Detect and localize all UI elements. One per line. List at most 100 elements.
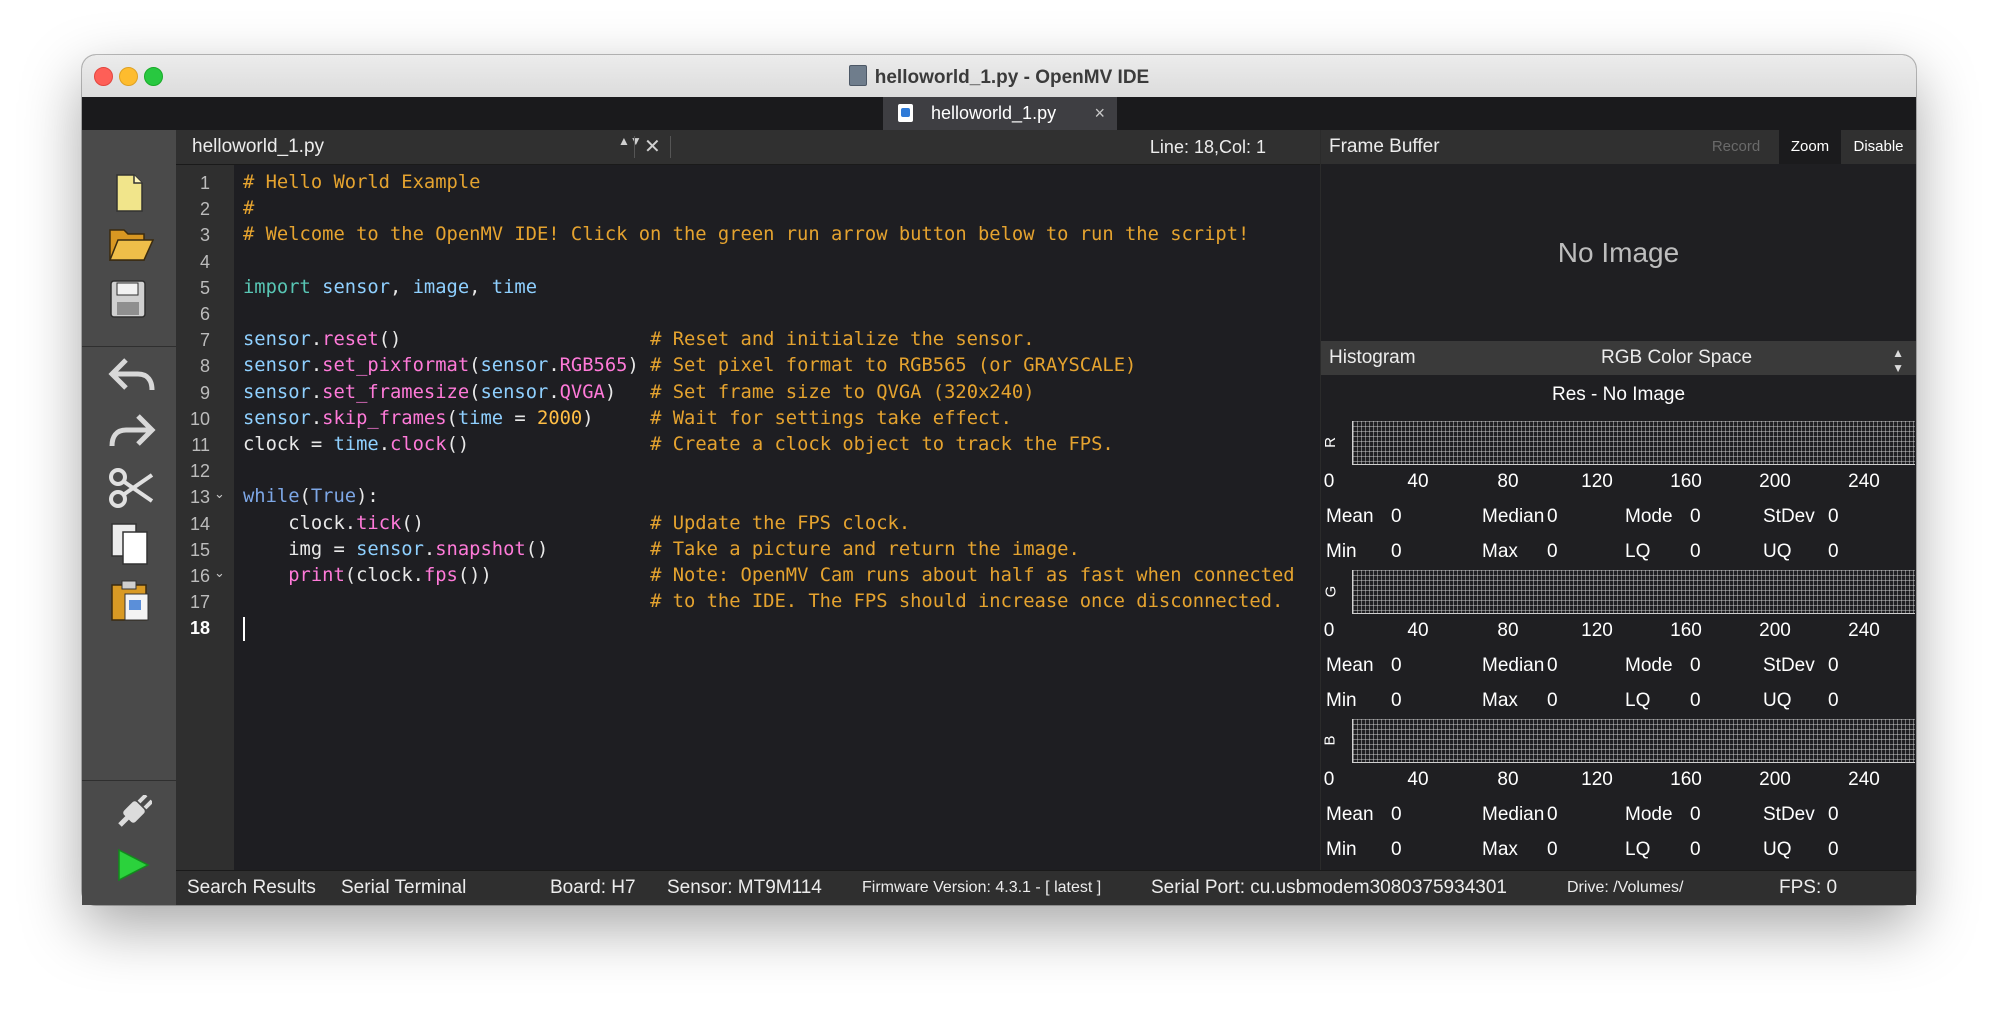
line-number: 9 xyxy=(199,382,210,403)
histogram-stat-value: 0 xyxy=(1547,506,1558,527)
histogram-tick-label: 160 xyxy=(1670,471,1702,492)
code-line[interactable]: sensor.set_pixformat(sensor.RGB565) # Se… xyxy=(243,353,1136,379)
code-line[interactable]: clock.tick() # Update the FPS clock. xyxy=(243,511,910,537)
fold-arrow-icon[interactable]: ⌄ xyxy=(214,565,225,581)
fps-display: FPS: 0 xyxy=(1779,877,1838,898)
disable-button[interactable]: Disable xyxy=(1841,130,1916,164)
histogram-channel-label: G xyxy=(1322,585,1340,598)
frame-buffer-no-image: No Image xyxy=(1557,237,1680,268)
histogram-stat-label: Mode xyxy=(1625,655,1673,676)
firmware-version[interactable]: Firmware Version: 4.3.1 - [ latest ] xyxy=(862,871,1101,905)
histogram-stat-label: Mode xyxy=(1625,506,1673,527)
new-file-icon[interactable] xyxy=(115,174,143,217)
histogram-stat-value: 0 xyxy=(1547,541,1558,562)
histogram-tick-label: 120 xyxy=(1581,471,1613,492)
file-selector-arrows-icon[interactable]: ▲▼ xyxy=(618,134,642,149)
record-button[interactable]: Record xyxy=(1706,130,1766,164)
open-folder-icon[interactable] xyxy=(108,222,155,269)
close-file-icon[interactable]: ✕ xyxy=(644,130,661,164)
color-space-select[interactable]: RGB Color Space xyxy=(1601,341,1752,375)
line-number: 16 xyxy=(189,566,210,586)
histogram-tick-label: 200 xyxy=(1759,769,1791,790)
code-line[interactable]: sensor.set_framesize(sensor.QVGA) # Set … xyxy=(243,380,1035,406)
histogram-tick-label: 0 xyxy=(1323,769,1335,790)
histogram-stat-value: 0 xyxy=(1391,541,1402,562)
redo-icon[interactable] xyxy=(108,412,156,457)
code-line[interactable]: # xyxy=(243,196,254,222)
code-line[interactable]: # to the IDE. The FPS should increase on… xyxy=(243,589,1283,615)
python-file-icon xyxy=(848,65,867,86)
histogram-stat-label: Median xyxy=(1482,804,1545,825)
select-arrows-icon[interactable]: ▲ ▼ xyxy=(1892,346,1904,376)
cut-icon[interactable] xyxy=(108,467,154,514)
histogram-tick-label: 160 xyxy=(1670,769,1702,790)
histogram-stat-value: 0 xyxy=(1547,655,1558,676)
histogram-stat-value: 0 xyxy=(1690,690,1701,711)
histogram-stat-value: 0 xyxy=(1690,804,1701,825)
editor-header: helloworld_1.py ▲▼ ✕ Line: 18,Col: 1 xyxy=(176,130,1320,165)
histogram-stat-label: Min xyxy=(1326,541,1357,562)
histogram-tick-label: 0 xyxy=(1323,620,1335,641)
fold-arrow-icon[interactable]: ⌄ xyxy=(214,486,225,502)
code-line[interactable]: sensor.reset() # Reset and initialize th… xyxy=(243,327,1035,353)
histogram-tick-label: 40 xyxy=(1407,769,1429,790)
code-line[interactable]: # Hello World Example xyxy=(243,170,480,196)
frame-buffer-header: Frame Buffer Record Zoom Disable xyxy=(1321,130,1916,164)
histogram-stat-value: 0 xyxy=(1690,541,1701,562)
histogram-stat-value: 0 xyxy=(1391,839,1402,860)
search-results-tab[interactable]: Search Results xyxy=(187,871,316,905)
line-number: 12 xyxy=(189,461,210,482)
document-tab-bar: helloworld_1.py × xyxy=(82,97,1916,130)
line-number: 13 xyxy=(189,487,210,508)
paste-icon[interactable] xyxy=(110,578,150,627)
code-line[interactable]: clock = time.clock() # Create a clock ob… xyxy=(243,432,1114,458)
histogram-stat-label: UQ xyxy=(1763,541,1792,562)
code-line[interactable]: img = sensor.snapshot() # Take a picture… xyxy=(243,537,1080,563)
serial-port: Serial Port: cu.usbmodem3080375934301 xyxy=(1151,877,1507,898)
line-number: 18 xyxy=(189,618,210,639)
histogram-stat-label: Mean xyxy=(1326,804,1374,825)
serial-terminal-tab[interactable]: Serial Terminal xyxy=(341,871,466,905)
line-number: 11 xyxy=(191,435,210,455)
histogram-stat-value: 0 xyxy=(1547,690,1558,711)
histogram-tick-label: 200 xyxy=(1759,620,1791,641)
histogram-stat-value: 0 xyxy=(1828,506,1839,527)
line-number: 15 xyxy=(189,539,210,560)
histogram-tick-label: 200 xyxy=(1759,471,1791,492)
code-line[interactable]: sensor.skip_frames(time = 2000) # Wait f… xyxy=(243,406,1012,432)
code-line[interactable]: import sensor, image, time xyxy=(243,275,537,301)
cursor-position: Line: 18,Col: 1 xyxy=(1149,137,1266,157)
histogram-plot xyxy=(1352,570,1915,614)
histogram-stat-value: 0 xyxy=(1690,506,1701,527)
histogram-tick-label: 80 xyxy=(1497,471,1519,492)
copy-icon[interactable] xyxy=(110,522,150,571)
header-divider xyxy=(634,136,635,158)
code-line[interactable]: while(True): xyxy=(243,484,379,510)
histogram-stat-value: 0 xyxy=(1828,690,1839,711)
zoom-button[interactable]: Zoom xyxy=(1779,130,1841,164)
undo-icon[interactable] xyxy=(108,356,156,401)
line-number: 10 xyxy=(189,408,210,429)
line-number: 3 xyxy=(199,225,210,246)
code-line[interactable]: print(clock.fps()) # Note: OpenMV Cam ru… xyxy=(243,563,1294,589)
histogram-stat-label: Mean xyxy=(1326,655,1374,676)
toolbar-separator xyxy=(82,780,176,781)
line-number: 2 xyxy=(199,199,210,220)
header-divider xyxy=(670,136,671,158)
run-icon[interactable] xyxy=(116,848,150,887)
histogram-stat-label: UQ xyxy=(1763,839,1792,860)
line-number: 1 xyxy=(199,173,210,193)
code-line[interactable]: # Welcome to the OpenMV IDE! Click on th… xyxy=(243,222,1249,248)
histogram-stat-label: Median xyxy=(1482,506,1545,527)
connect-icon[interactable] xyxy=(112,793,154,838)
histogram-tick-label: 120 xyxy=(1581,769,1613,790)
histogram-stat-label: LQ xyxy=(1625,541,1651,562)
file-selector[interactable]: helloworld_1.py xyxy=(192,130,324,164)
tab-close-icon[interactable]: × xyxy=(1094,97,1105,130)
histogram-stat-label: Min xyxy=(1326,839,1357,860)
histogram-tick-label: 240 xyxy=(1848,471,1880,492)
document-tab[interactable]: helloworld_1.py × xyxy=(883,97,1117,130)
histogram-stat-label: Mode xyxy=(1625,804,1673,825)
histogram-stat-label: Median xyxy=(1482,655,1545,676)
save-icon[interactable] xyxy=(110,280,146,323)
